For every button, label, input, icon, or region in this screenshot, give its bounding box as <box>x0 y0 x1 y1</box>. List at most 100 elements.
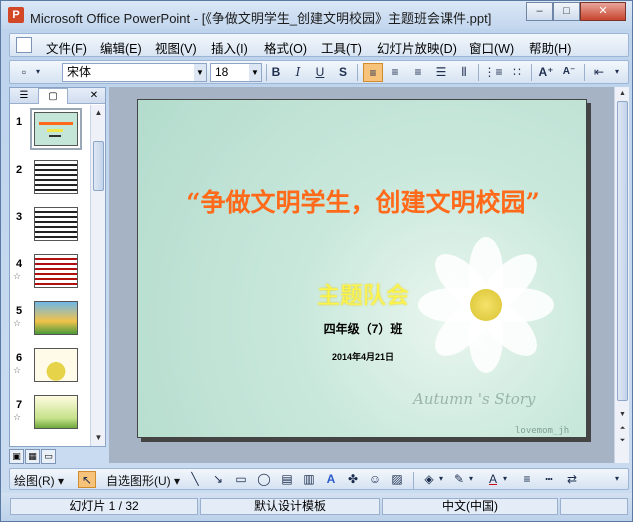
align-right-icon[interactable]: ≡ <box>408 63 428 82</box>
justify-icon[interactable]: ☰ <box>431 63 451 82</box>
scrollbar-thumb[interactable] <box>93 141 104 191</box>
toolbar-options-icon[interactable]: ▾ <box>610 471 624 488</box>
slide-thumbnails: 1 2 3 4 ☆ 5 ☆ 6 ☆ 7 ☆ <box>10 105 90 446</box>
thumbnail-image <box>34 207 78 241</box>
font-name-value: 宋体 <box>67 65 92 79</box>
draw-menu-label: 绘图(R) <box>14 474 55 488</box>
shadow-button[interactable]: S <box>333 63 353 82</box>
line-tool-icon[interactable]: ╲ <box>186 471 204 488</box>
oval-tool-icon[interactable]: ◯ <box>255 471 273 488</box>
autoshapes-menu[interactable]: 自选图形(U) ▾ <box>106 472 180 489</box>
bold-button[interactable]: B <box>266 63 286 82</box>
slide-class-text[interactable]: 四年级（7）班 <box>138 320 586 337</box>
clipart-icon[interactable]: ☺ <box>366 471 384 488</box>
italic-button[interactable]: I <box>288 63 308 82</box>
wordart-icon[interactable]: A <box>322 471 340 488</box>
menu-help[interactable]: 帮助(H) <box>529 38 571 57</box>
menu-file[interactable]: 文件(F) <box>46 38 87 57</box>
select-pointer-icon[interactable]: ↖ <box>78 471 96 488</box>
slide-subtitle[interactable]: 主题队会 <box>138 276 586 310</box>
slide-number: 3 <box>16 211 23 223</box>
align-left-icon[interactable]: ≡ <box>363 63 383 82</box>
close-button[interactable]: ✕ <box>580 2 626 21</box>
diagram-icon[interactable]: ✤ <box>344 471 362 488</box>
bullets-icon[interactable]: ∷ <box>507 63 527 82</box>
thumbnail-scrollbar[interactable]: ▲ ▼ <box>90 105 105 446</box>
menu-view[interactable]: 视图(V) <box>155 38 197 57</box>
slide-thumbnail-6[interactable]: 6 ☆ <box>10 348 90 394</box>
slide-thumbnail-2[interactable]: 2 <box>10 160 90 206</box>
vertical-text-icon[interactable]: ⦀ <box>454 63 474 82</box>
title-bar: P Microsoft Office PowerPoint - [《争做文明学生… <box>1 1 632 29</box>
menu-format[interactable]: 格式(O) <box>264 38 307 57</box>
align-center-icon[interactable]: ≡ <box>385 63 405 82</box>
restore-button[interactable]: □ <box>553 2 580 21</box>
slide-thumbnail-4[interactable]: 4 ☆ <box>10 254 90 300</box>
vertical-textbox-icon[interactable]: ▥ <box>300 471 318 488</box>
decrease-font-icon[interactable]: A⁻ <box>559 63 579 82</box>
tab-slides[interactable]: ▢ <box>38 88 68 104</box>
chevron-down-icon[interactable]: ▾ <box>500 471 510 488</box>
menu-tools[interactable]: 工具(T) <box>321 38 362 57</box>
scroll-down-icon[interactable]: ▼ <box>616 409 629 421</box>
animation-star-icon: ☆ <box>13 365 22 375</box>
scroll-down-icon[interactable]: ▼ <box>92 431 105 444</box>
slide-thumbnail-3[interactable]: 3 <box>10 207 90 253</box>
previous-slide-icon[interactable]: ⏶ <box>616 423 629 435</box>
current-slide[interactable]: “争做文明学生，创建文明校园” 主题队会 四年级（7）班 2014年4月21日 … <box>137 99 587 438</box>
thumbnail-image <box>34 395 78 429</box>
normal-view-icon[interactable]: ▣ <box>9 449 24 464</box>
chevron-down-icon[interactable]: ▼ <box>194 64 206 81</box>
font-size-select[interactable]: 18 ▼ <box>210 63 262 82</box>
slide-sorter-icon[interactable]: ▦ <box>25 449 40 464</box>
rectangle-tool-icon[interactable]: ▭ <box>232 471 250 488</box>
toolbar-options-icon[interactable]: ▾ <box>610 63 624 82</box>
increase-font-icon[interactable]: A⁺ <box>536 63 556 82</box>
new-doc-icon[interactable]: ▫ <box>14 63 34 82</box>
arrow-style-icon[interactable]: ⇄ <box>563 471 581 488</box>
menu-edit[interactable]: 编辑(E) <box>100 38 142 57</box>
dash-style-icon[interactable]: ┅ <box>540 471 558 488</box>
underline-button[interactable]: U <box>310 63 330 82</box>
picture-icon[interactable]: ▨ <box>388 471 406 488</box>
slide-count-status: 幻灯片 1 / 32 <box>10 498 198 515</box>
slide-thumbnail-5[interactable]: 5 ☆ <box>10 301 90 347</box>
chevron-down-icon[interactable]: ▾ <box>466 471 476 488</box>
arrow-tool-icon[interactable]: ↘ <box>209 471 227 488</box>
font-name-select[interactable]: 宋体 ▼ <box>62 63 207 82</box>
slide-thumbnail-1[interactable]: 1 <box>10 108 90 158</box>
tab-outline[interactable]: ☰ <box>12 88 36 104</box>
menu-insert[interactable]: 插入(I) <box>211 38 248 57</box>
status-empty-panel <box>560 498 628 515</box>
toolbar-options-icon[interactable]: ▾ <box>32 63 44 82</box>
slide-thumbnail-7[interactable]: 7 ☆ <box>10 395 90 441</box>
slide-title[interactable]: “争做文明学生，创建文明校园” <box>138 188 586 218</box>
numbering-icon[interactable]: ⋮≡ <box>483 63 503 82</box>
scrollbar-thumb[interactable] <box>617 101 628 401</box>
thumbnail-image <box>34 348 78 382</box>
slide-date-text[interactable]: 2014年4月21日 <box>138 350 586 363</box>
scroll-up-icon[interactable]: ▲ <box>92 106 105 119</box>
slideshow-view-icon[interactable]: ▭ <box>41 449 56 464</box>
line-style-icon[interactable]: ≡ <box>518 471 536 488</box>
close-panel-icon[interactable]: ✕ <box>86 88 102 104</box>
window-controls: – □ ✕ <box>526 2 626 21</box>
powerpoint-app-icon[interactable]: P <box>8 7 24 23</box>
decrease-indent-icon[interactable]: ⇤ <box>589 63 609 82</box>
textbox-tool-icon[interactable]: ▤ <box>278 471 296 488</box>
chevron-down-icon[interactable]: ▼ <box>249 64 261 81</box>
document-menu-icon[interactable] <box>16 37 32 53</box>
menu-slideshow[interactable]: 幻灯片放映(D) <box>377 38 457 57</box>
view-buttons: ▣ ▦ ▭ <box>9 449 59 465</box>
scroll-up-icon[interactable]: ▲ <box>616 88 629 100</box>
design-template-status[interactable]: 默认设计模板 <box>200 498 380 515</box>
slide-scrollbar[interactable]: ▲ ▼ ⏶ ⏷ <box>614 87 629 463</box>
thumbnail-image <box>34 301 78 335</box>
minimize-button[interactable]: – <box>526 2 553 21</box>
menu-window[interactable]: 窗口(W) <box>469 38 514 57</box>
next-slide-icon[interactable]: ⏷ <box>616 435 629 447</box>
draw-menu[interactable]: 绘图(R) ▾ <box>14 472 64 489</box>
drawing-toolbar: 绘图(R) ▾ ↖ 自选图形(U) ▾ ╲ ↘ ▭ ◯ ▤ ▥ A ✤ ☺ ▨ … <box>9 468 629 490</box>
powerpoint-window: P Microsoft Office PowerPoint - [《争做文明学生… <box>0 0 633 522</box>
chevron-down-icon[interactable]: ▾ <box>436 471 446 488</box>
